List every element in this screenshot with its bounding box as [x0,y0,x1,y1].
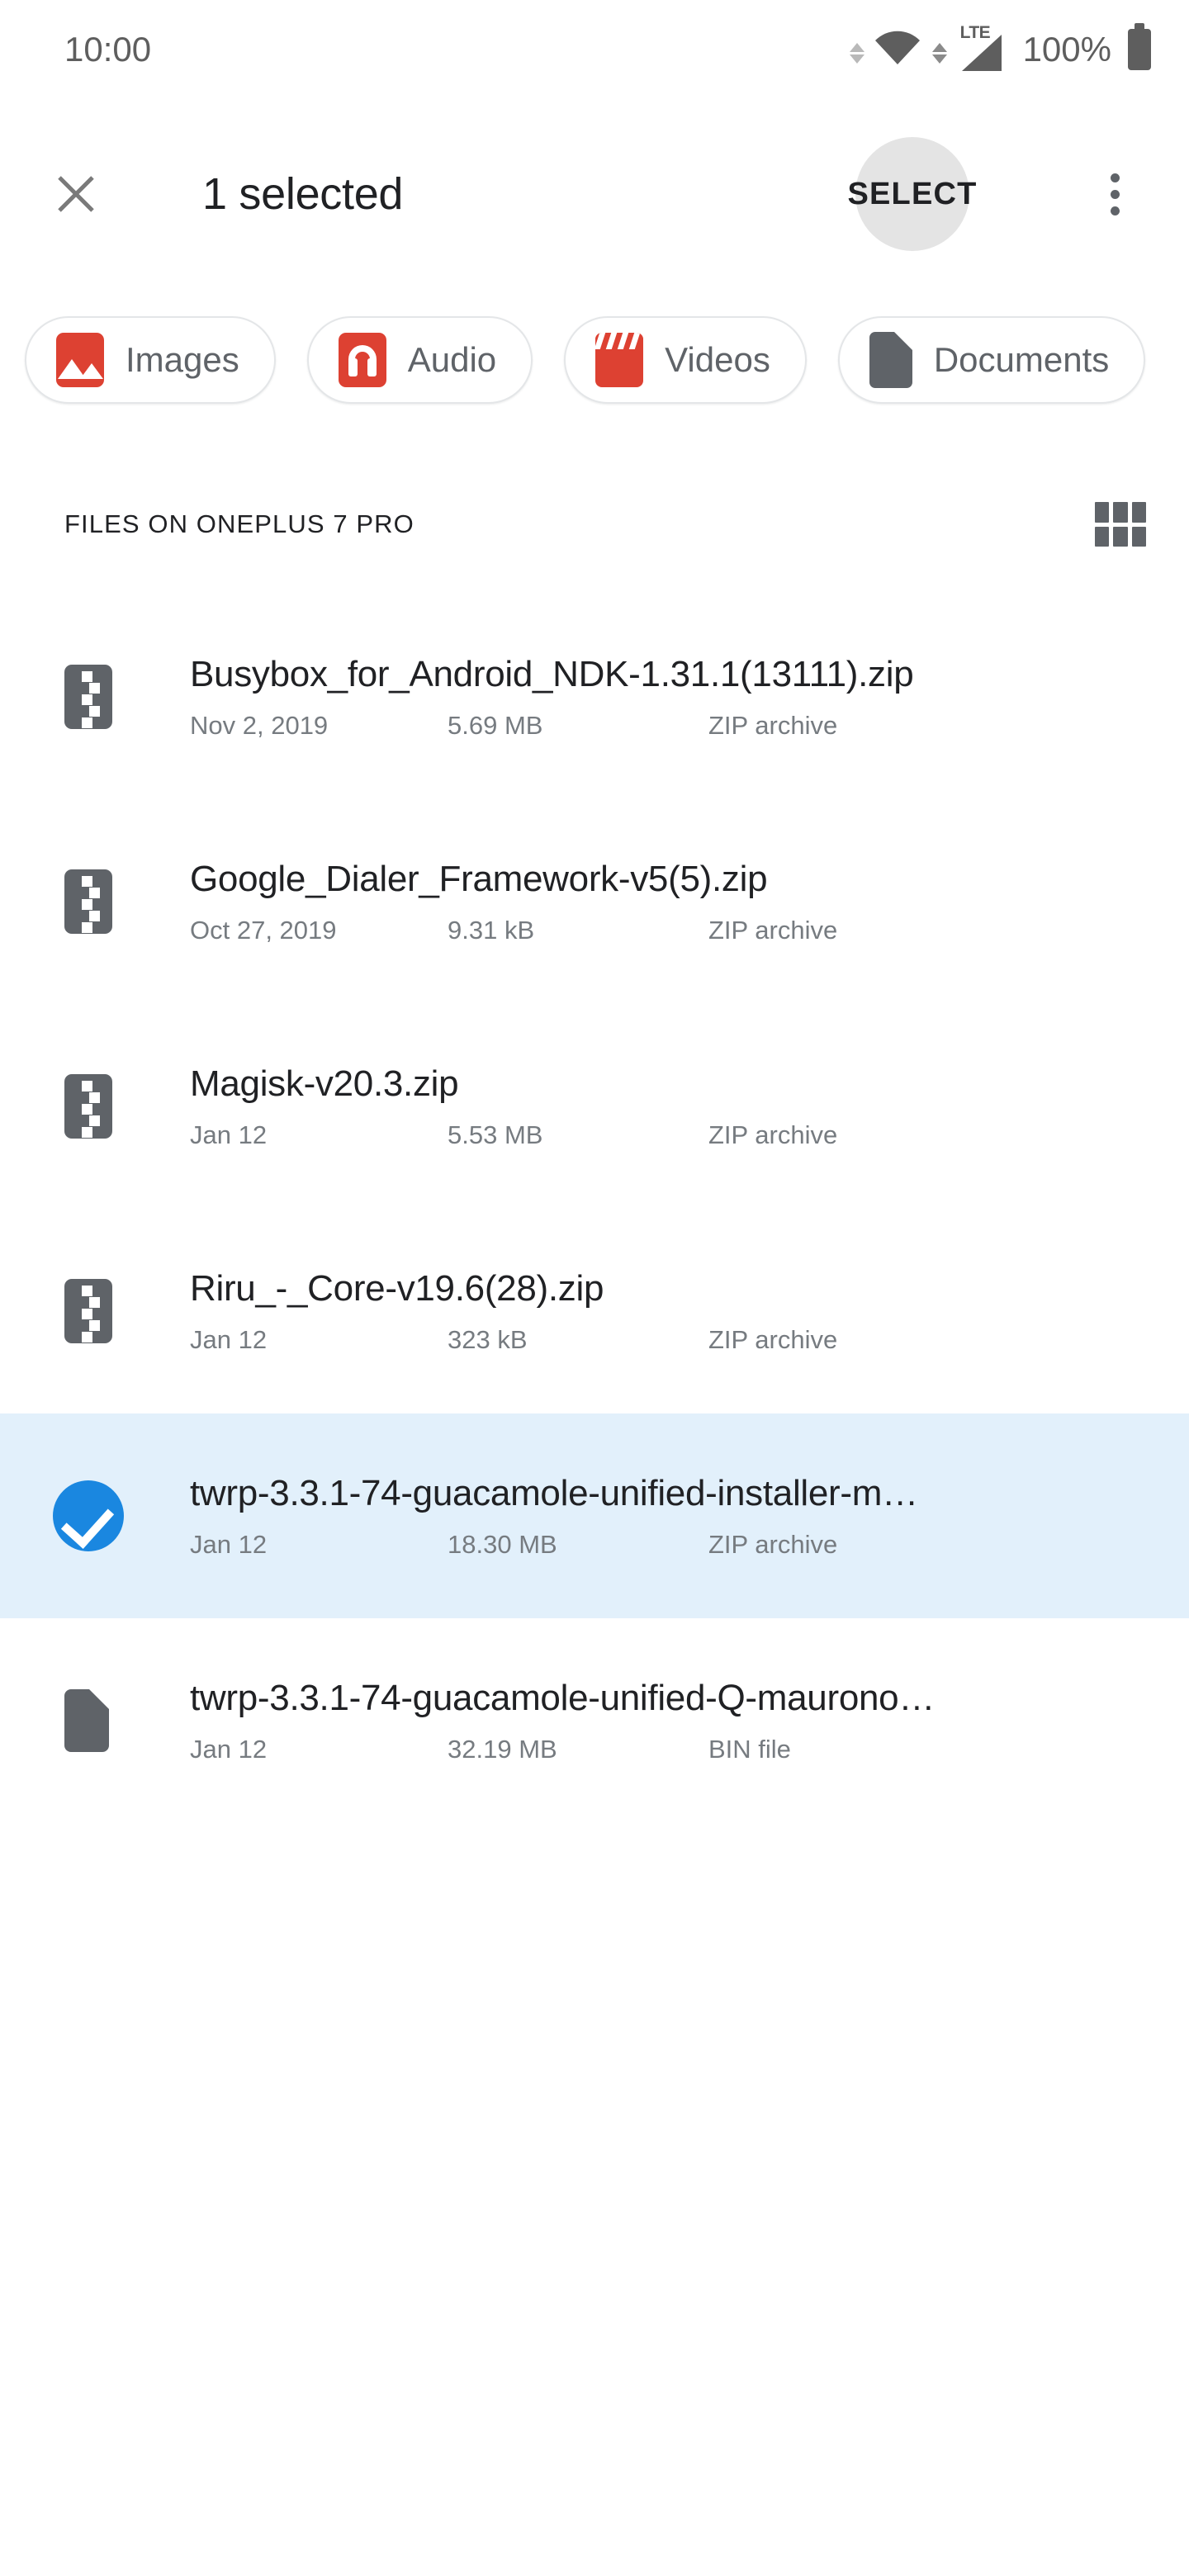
file-type: BIN file [708,1734,791,1764]
file-row[interactable]: Busybox_for_Android_NDK-1.31.1(13111).zi… [0,594,1189,799]
file-size: 5.53 MB [448,1120,543,1149]
mobile-data-activity-arrows-icon [931,42,947,64]
file-type: ZIP archive [708,1529,838,1559]
status-clock: 10:00 [64,30,152,69]
row-icon [64,665,129,729]
file-name: twrp-3.3.1-74-guacamole-unified-installe… [190,1473,918,1514]
page-title: 1 selected [202,169,404,219]
overflow-menu-icon[interactable] [1082,158,1148,230]
battery-percent-label: 100% [1022,30,1111,69]
images-icon [56,333,104,387]
close-icon[interactable] [40,158,112,230]
zip-file-icon [64,869,112,934]
status-bar: 10:00 LTE 100% [0,0,1189,99]
chip-documents-label: Documents [933,340,1110,379]
file-size: 32.19 MB [448,1734,557,1764]
file-name: Riru_-_Core-v19.6(28).zip [190,1268,604,1309]
file-list: Busybox_for_Android_NDK-1.31.1(13111).zi… [0,594,1189,1823]
row-icon [64,869,129,934]
chip-audio[interactable]: Audio [306,316,533,404]
zip-file-icon [64,1074,112,1139]
app-bar: 1 selected SELECT [0,132,1189,256]
wifi-icon [874,30,921,70]
file-row[interactable]: Riru_-_Core-v19.6(28).zip Jan 12 323 kB … [0,1209,1189,1413]
file-size: 18.30 MB [448,1529,557,1559]
file-meta: Jan 12 18.30 MB ZIP archive [190,1530,1177,1560]
check-selected-icon[interactable] [53,1480,124,1551]
row-icon [64,1074,129,1139]
file-picker-screen: 10:00 LTE 100% 1 selected SELECT Images … [0,0,1189,2576]
chip-documents[interactable]: Documents [837,316,1146,404]
file-name: twrp-3.3.1-74-guacamole-unified-Q-mauron… [190,1678,936,1719]
file-meta: Nov 2, 2019 5.69 MB ZIP archive [190,711,1177,741]
row-text: Google_Dialer_Framework-v5(5).zip Oct 27… [190,858,1189,945]
documents-icon [869,332,912,388]
row-text: Busybox_for_Android_NDK-1.31.1(13111).zi… [190,653,1189,740]
select-button-label: SELECT [847,176,978,211]
section-title: FILES ON ONEPLUS 7 PRO [64,509,414,538]
file-type: ZIP archive [708,915,838,945]
videos-icon [595,333,644,387]
chip-audio-label: Audio [407,340,497,379]
battery-icon [1128,23,1151,70]
file-type: ZIP archive [708,1120,838,1149]
row-text: twrp-3.3.1-74-guacamole-unified-installe… [190,1472,1189,1559]
status-indicators: LTE 100% [849,23,1151,71]
file-row[interactable]: Google_Dialer_Framework-v5(5).zip Oct 27… [0,799,1189,1004]
chip-videos[interactable]: Videos [564,316,807,404]
section-header: FILES ON ONEPLUS 7 PRO [0,479,1189,570]
zip-file-icon [64,1279,112,1343]
file-size: 323 kB [448,1324,528,1354]
file-meta: Jan 12 323 kB ZIP archive [190,1325,1177,1355]
file-row[interactable]: Magisk-v20.3.zip Jan 12 5.53 MB ZIP arch… [0,1004,1189,1209]
row-text: Magisk-v20.3.zip Jan 12 5.53 MB ZIP arch… [190,1063,1189,1149]
chip-images-label: Images [126,340,239,379]
file-date: Jan 12 [190,1529,268,1559]
file-date: Jan 12 [190,1120,268,1149]
zip-file-icon [64,665,112,729]
file-name: Busybox_for_Android_NDK-1.31.1(13111).zi… [190,654,914,695]
file-date: Oct 27, 2019 [190,915,337,945]
file-name: Google_Dialer_Framework-v5(5).zip [190,859,768,900]
row-text: Riru_-_Core-v19.6(28).zip Jan 12 323 kB … [190,1267,1189,1354]
file-meta: Oct 27, 2019 9.31 kB ZIP archive [190,916,1177,945]
wifi-activity-arrows-icon [849,42,865,64]
file-type: ZIP archive [708,1324,838,1354]
row-icon [53,1480,129,1551]
row-text: twrp-3.3.1-74-guacamole-unified-Q-mauron… [190,1677,1189,1764]
audio-icon [338,333,386,387]
file-meta: Jan 12 5.53 MB ZIP archive [190,1120,1177,1150]
bin-file-icon [64,1689,109,1752]
grid-view-icon[interactable] [1095,499,1146,550]
file-date: Nov 2, 2019 [190,710,329,740]
file-size: 5.69 MB [448,710,543,740]
file-date: Jan 12 [190,1734,268,1764]
file-row-selected[interactable]: twrp-3.3.1-74-guacamole-unified-installe… [0,1413,1189,1618]
file-date: Jan 12 [190,1324,268,1354]
filter-chip-row[interactable]: Images Audio Videos Documents [0,312,1189,408]
chip-images[interactable]: Images [25,316,276,404]
row-icon [64,1689,129,1752]
file-row[interactable]: twrp-3.3.1-74-guacamole-unified-Q-mauron… [0,1618,1189,1823]
select-button[interactable]: SELECT [847,137,976,251]
file-meta: Jan 12 32.19 MB BIN file [190,1735,1177,1764]
lte-signal-icon: LTE [957,23,1005,71]
file-name: Magisk-v20.3.zip [190,1063,459,1105]
row-icon [64,1279,129,1343]
chip-videos-label: Videos [665,340,770,379]
file-size: 9.31 kB [448,915,535,945]
file-type: ZIP archive [708,710,838,740]
